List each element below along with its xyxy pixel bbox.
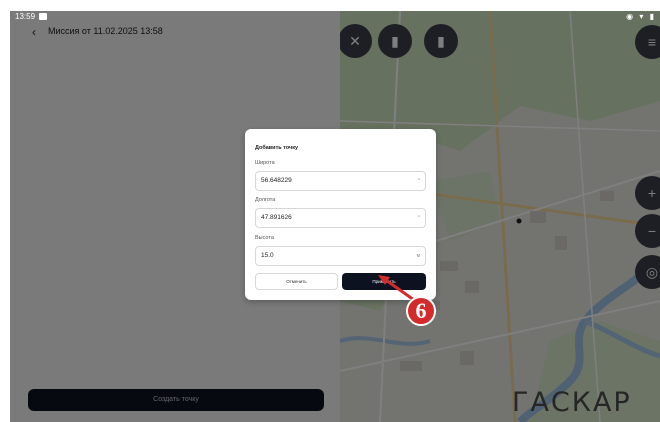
status-icons: ◉ ▾ ▮ <box>626 12 656 21</box>
status-bar: 13:59 ◉ ▾ ▮ <box>10 11 660 25</box>
status-time: 13:59 <box>15 12 36 21</box>
callout-arrow <box>378 275 415 302</box>
image-notification-icon <box>39 13 47 20</box>
step-callout-badge: 6 <box>406 296 436 326</box>
